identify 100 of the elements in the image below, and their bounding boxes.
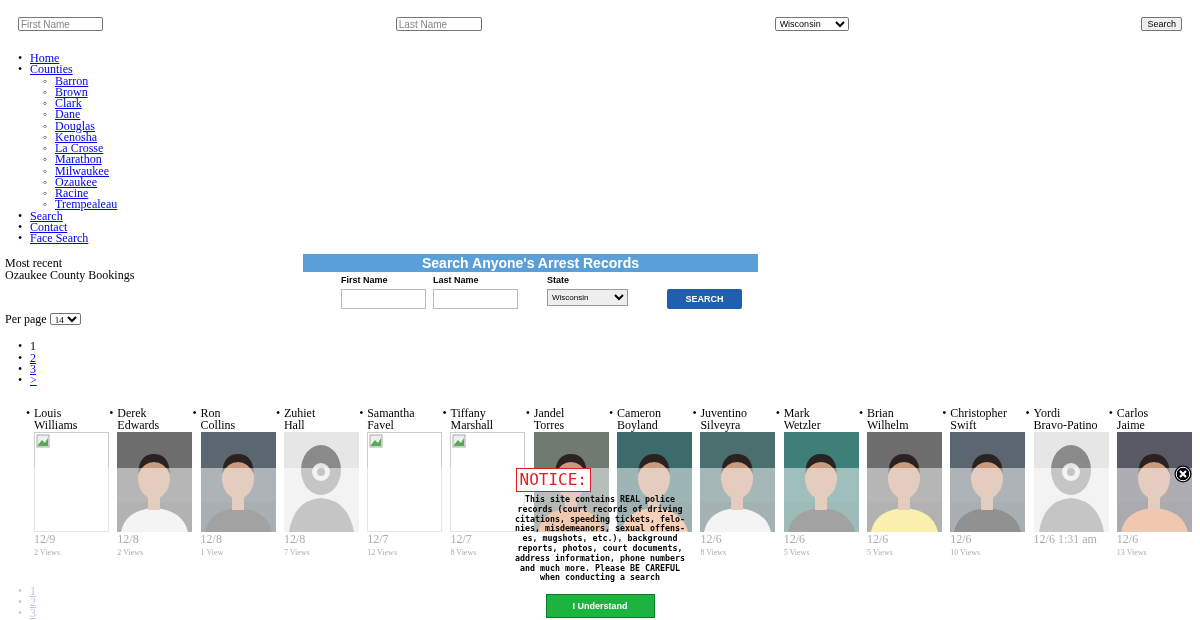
page-link[interactable]: > [30,375,37,387]
bullet: • [18,352,24,364]
bullet: ◦ [43,188,49,200]
field-label: Last Name [433,275,480,287]
county-link[interactable]: Barron [55,75,89,87]
nav-link[interactable]: Search [30,210,63,222]
bullet: • [26,408,32,420]
bullet: • [18,210,24,222]
person-name[interactable]: Louis Williams [34,408,78,431]
booking-date: 12/6 [783,531,805,546]
bullet: • [609,408,615,420]
first-name-field[interactable] [341,289,426,310]
booking-date: 12/6 1:31 am [1033,531,1097,546]
county-link[interactable]: Kenosha [55,131,97,143]
booking-date: 12/7 [450,531,472,546]
county-link[interactable]: Douglas [55,120,95,132]
bullet: ◦ [43,131,49,143]
heading-text: Most recent [5,258,63,270]
county-link[interactable]: Milwaukee [55,165,109,177]
person-name[interactable]: Carlos Jaime [1116,408,1149,431]
field-label: First Name [341,275,389,287]
bullet: • [18,363,24,375]
view-count: 5 Views [866,547,893,557]
bullet: ◦ [43,199,48,211]
page-link[interactable]: 3 [30,363,36,375]
county-link[interactable]: Trempealeau [55,199,118,211]
county-link[interactable]: Dane [55,109,81,121]
view-count: 8 Views [700,547,727,557]
search-button[interactable]: SEARCH [667,289,742,310]
person-name[interactable]: Ron Collins [200,408,236,431]
county-link[interactable]: Clark [55,98,82,110]
notice-text: This site contains REAL police records (court records of driving citations, speeding tickets, felo-nies, misdemeanors, sexual offens-es, mugshots, etc.), background reports, photos, court documents, address information, phone numbers and much more. Please BE CAREFUL when conducting a search [514,495,686,584]
bullet: • [1025,408,1031,420]
person-name[interactable]: Samantha Favel [367,408,415,431]
county-link[interactable]: Ozaukee [55,176,97,188]
bullet: • [1108,408,1115,420]
bullet: • [18,341,24,353]
view-count: 8 Views [450,547,477,557]
county-link[interactable]: La Crosse [55,143,104,155]
last-name-field[interactable] [433,289,518,310]
bullet: ◦ [43,120,49,132]
person-name[interactable]: Zuhiet Hall [283,408,316,431]
bullet: • [18,233,24,245]
person-name[interactable]: Juventino Silveyra [700,408,748,431]
bullet: • [18,64,24,76]
bullet: • [275,408,282,420]
person-name[interactable]: Cameron Boyland [617,408,662,431]
notice-title: NOTICE: [515,468,591,492]
person-name[interactable]: Mark Wetzler [783,408,821,431]
bullet: • [18,221,24,233]
county-link[interactable]: Racine [55,188,89,200]
nav-link[interactable]: Home [30,53,60,65]
search-button[interactable]: Search [1141,17,1182,31]
bullet: • [692,408,698,420]
view-count: 7 Views [283,547,310,557]
bullet: • [442,408,448,420]
person-name[interactable]: Tiffany Marshall [450,408,494,431]
state-dropdown[interactable]: Wisconsin [547,289,628,307]
first-name-field[interactable]: First Name [18,17,103,31]
nav-link[interactable]: Counties [30,64,73,76]
person-name[interactable]: Brian Wilhelm [866,408,909,431]
view-count: 1 View [200,547,224,557]
person-name[interactable]: Jandel Torres [533,408,565,431]
bullet: ◦ [43,75,49,87]
county-link[interactable]: Brown [55,86,88,98]
bullet: • [18,375,24,387]
bullet: • [359,408,365,420]
bullet: ◦ [43,98,49,110]
bullet: • [18,585,24,597]
booking-date: 12/8 [117,531,139,546]
bullet: • [775,408,781,420]
bullet: ◦ [43,143,49,155]
booking-date: 12/9 [34,531,56,546]
close-icon[interactable] [1174,465,1192,483]
nav-link[interactable]: Face Search [30,233,89,245]
view-count: 5 Views [783,547,810,557]
booking-date: 12/8 [200,531,222,546]
bullet: • [18,53,24,65]
booking-date: 12/6 [700,531,722,546]
broken-image-icon [369,433,384,448]
person-name[interactable]: Yordi Bravo-Patino [1033,408,1098,431]
bullet: • [858,408,865,420]
last-name-field[interactable]: Last Name [395,17,482,31]
broken-image-icon [452,433,467,448]
bullet: • [109,408,115,420]
person-name[interactable]: Christopher Swift [950,408,1007,431]
booking-date: 12/6 [950,531,972,546]
state-dropdown[interactable]: Wisconsin [774,17,849,31]
person-name[interactable]: Derek Edwards [117,408,160,431]
page-link[interactable]: 1 [30,341,36,353]
bullet: • [942,408,948,420]
bullet: • [18,597,24,609]
nav-link[interactable]: Contact [30,221,68,233]
per-page-label: Per page [5,313,47,325]
page-link[interactable]: 2 [30,352,36,364]
booking-date: 12/6 [866,531,889,546]
view-count: 2 Views [117,547,144,557]
per-page-dropdown[interactable]: 14 [49,313,81,326]
view-count: 2 Views [34,547,60,557]
county-link[interactable]: Marathon [55,154,102,166]
